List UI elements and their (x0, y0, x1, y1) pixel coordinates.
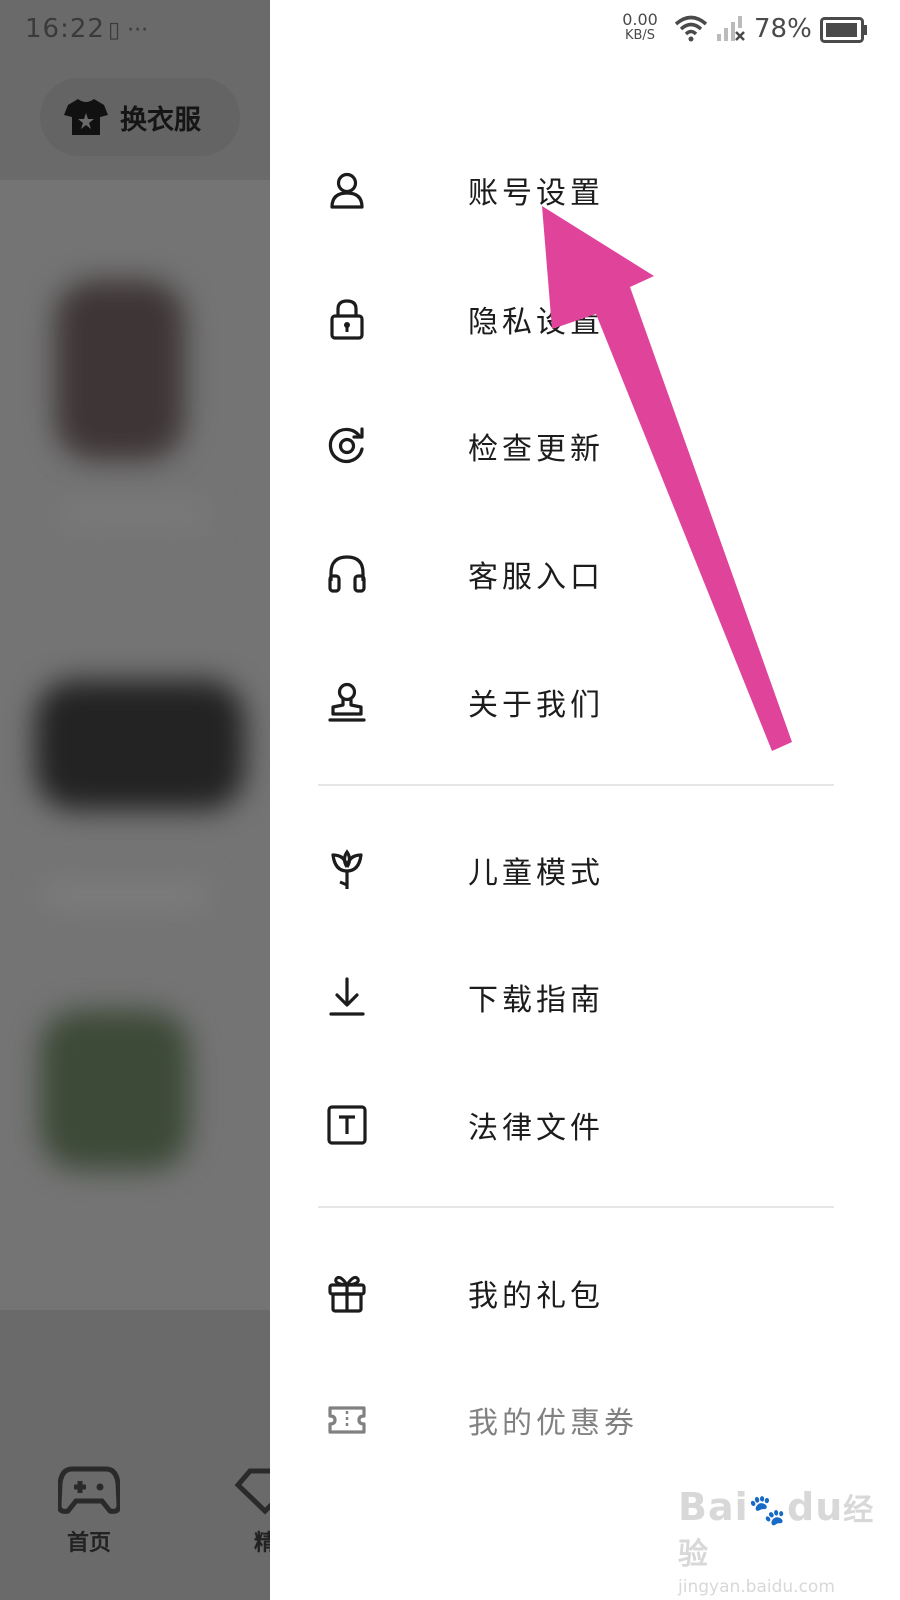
menu-label-customer-service: 客服入口 (468, 560, 604, 595)
download-icon (318, 968, 376, 1026)
menu-item-my-gifts[interactable]: 我的礼包 (318, 1253, 878, 1333)
heart-badge-icon (234, 1468, 275, 1515)
about-stamp-icon (318, 673, 376, 731)
battery-icon (820, 17, 867, 43)
menu-label-my-coupons: 我的优惠券 (468, 1406, 638, 1441)
headphones-icon (318, 545, 376, 603)
nav-home[interactable]: 首页 (44, 1465, 134, 1557)
menu-item-account-settings[interactable]: 账号设置 (318, 150, 878, 230)
menu-item-download-guide[interactable]: 下载指南 (318, 957, 878, 1037)
menu-label-account-settings: 账号设置 (468, 176, 604, 211)
menu-label-download-guide: 下载指南 (468, 983, 604, 1018)
battery-percent: 78% (754, 14, 812, 44)
change-clothes-label: 换衣服 (120, 104, 201, 136)
menu-item-legal-documents[interactable]: 法律文件 (318, 1085, 878, 1165)
change-clothes-button[interactable]: 换衣服 (40, 78, 240, 156)
nav-home-label: 首页 (66, 1531, 111, 1556)
lock-icon (318, 290, 376, 348)
text-document-icon (318, 1096, 376, 1154)
signal-no-service-icon (717, 16, 745, 41)
menu-item-about-us[interactable]: 关于我们 (318, 662, 878, 742)
coupon-icon (318, 1391, 376, 1449)
side-drawer: 0.00 KB/S 78% 账号设置 隐私设置 检查更新 客服入口 关于我们 儿… (270, 0, 900, 1600)
vibrate-and-more-icons: ▯ ··· (108, 18, 149, 43)
menu-label-about-us: 关于我们 (468, 688, 604, 723)
sprout-icon (318, 841, 376, 899)
feed-panel-blurred (0, 180, 275, 1310)
watermark-url: jingyan.baidu.com (678, 1577, 835, 1597)
menu-item-my-coupons[interactable]: 我的优惠券 (318, 1380, 878, 1460)
menu-label-privacy-settings: 隐私设置 (468, 305, 604, 340)
menu-label-check-updates: 检查更新 (468, 432, 604, 467)
section-divider-1 (318, 784, 834, 786)
baidu-jingyan-watermark: Bai🐾du经验 jingyan.baidu.com (678, 1485, 900, 1597)
status-bar: 0.00 KB/S 78% (600, 0, 900, 60)
bottom-navigation: 首页 精 (0, 1465, 275, 1575)
nav-featured-label: 精 (253, 1531, 275, 1556)
menu-label-my-gifts: 我的礼包 (468, 1279, 604, 1314)
menu-item-check-updates[interactable]: 检查更新 (318, 406, 878, 486)
watermark-logo: Bai🐾du经验 (678, 1485, 875, 1572)
network-speed-unit: KB/S (624, 28, 656, 43)
menu-item-kids-mode[interactable]: 儿童模式 (318, 830, 878, 910)
network-speed-value: 0.00 (622, 10, 658, 29)
tshirt-icon (64, 99, 108, 135)
nav-featured[interactable]: 精 (220, 1465, 275, 1557)
gamepad-icon (56, 1466, 122, 1514)
refresh-icon (318, 417, 376, 475)
menu-item-customer-service[interactable]: 客服入口 (318, 534, 878, 614)
wifi-icon (674, 15, 708, 42)
gift-icon (318, 1264, 376, 1322)
menu-label-kids-mode: 儿童模式 (468, 856, 604, 891)
user-icon (318, 161, 376, 219)
section-divider-2 (318, 1206, 834, 1208)
network-speed: 0.00 KB/S (610, 12, 670, 44)
menu-label-legal-documents: 法律文件 (468, 1111, 604, 1146)
background-app-dimmed[interactable]: 16:22 ▯ ··· 换衣服 首页 精 (0, 0, 275, 1600)
menu-item-privacy-settings[interactable]: 隐私设置 (318, 279, 878, 359)
status-time: 16:22 (25, 14, 105, 44)
